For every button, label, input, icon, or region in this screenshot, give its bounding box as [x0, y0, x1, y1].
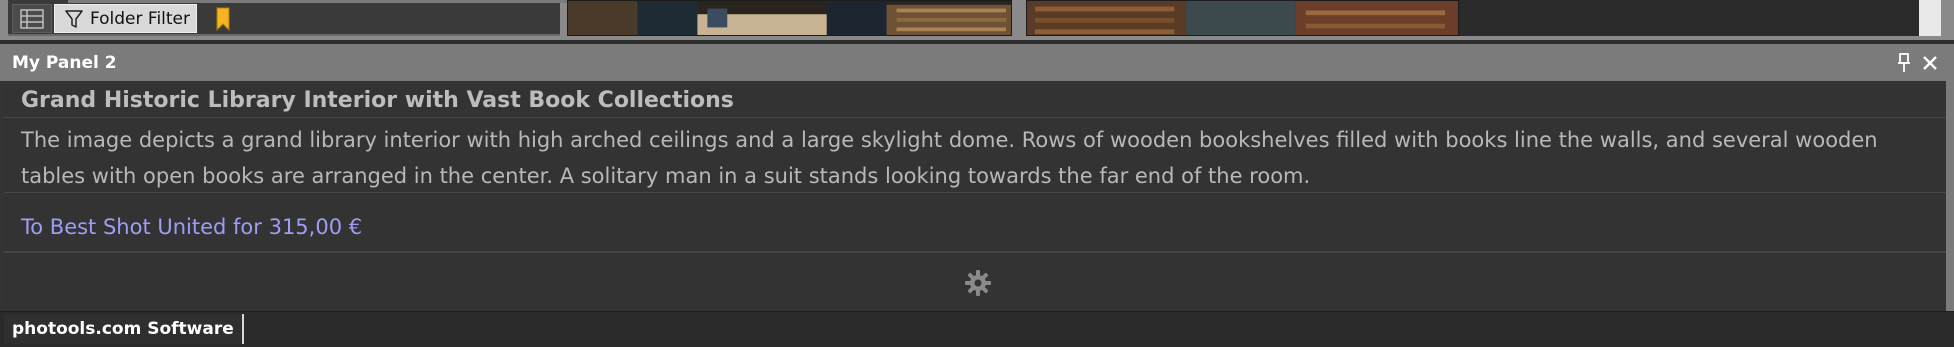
purchase-link-row: To Best Shot United for 315,00 € — [4, 193, 1946, 253]
panel-title: My Panel 2 — [12, 53, 117, 73]
panel-settings-row — [4, 253, 1946, 311]
funnel-icon — [65, 9, 83, 28]
panel-settings-button[interactable] — [964, 269, 992, 297]
thumbnail-scrollbar[interactable] — [1919, 0, 1941, 36]
image-description: The image depicts a grand library interi… — [21, 128, 1878, 188]
folder-filter-label: Folder Filter — [89, 8, 191, 29]
close-icon — [1923, 56, 1937, 70]
app-window: Folder Filter My Panel 2 Grand Historic … — [0, 0, 1954, 347]
library-thumbnail-graphic — [1027, 1, 1458, 35]
thumbnail-image[interactable] — [567, 0, 1012, 36]
thumbnail-area-background — [1459, 0, 1919, 36]
thumbnail-image[interactable] — [1026, 0, 1459, 36]
folder-filter-button[interactable]: Folder Filter — [54, 4, 197, 33]
pin-icon — [1898, 53, 1910, 72]
panel-right-border — [1946, 44, 1954, 311]
image-title: Grand Historic Library Interior with Vas… — [21, 88, 734, 113]
bookmark-button[interactable] — [214, 4, 232, 33]
image-title-row: Grand Historic Library Interior with Vas… — [4, 81, 1946, 118]
panel-content: Grand Historic Library Interior with Vas… — [4, 81, 1946, 311]
image-description-row: The image depicts a grand library interi… — [4, 118, 1946, 193]
toolbar-edge — [68, 0, 568, 3]
purchase-link[interactable]: To Best Shot United for 315,00 € — [21, 215, 362, 239]
view-mode-button[interactable] — [12, 4, 52, 33]
panel-body: Grand Historic Library Interior with Vas… — [0, 81, 1954, 311]
status-footer: photools.com Software — [0, 311, 1954, 347]
close-panel-button[interactable] — [1919, 52, 1941, 74]
footer-tab-label: photools.com Software — [12, 319, 234, 339]
bookmark-icon — [216, 7, 230, 31]
panel-header: My Panel 2 — [0, 44, 1954, 81]
top-strip: Folder Filter — [0, 0, 1954, 40]
library-thumbnail-graphic — [568, 1, 1011, 35]
gear-icon — [965, 270, 991, 296]
footer-tab[interactable]: photools.com Software — [4, 314, 244, 344]
list-view-icon — [20, 8, 44, 29]
thumbnail-toolbar: Folder Filter — [8, 0, 568, 36]
pin-button[interactable] — [1894, 52, 1914, 74]
